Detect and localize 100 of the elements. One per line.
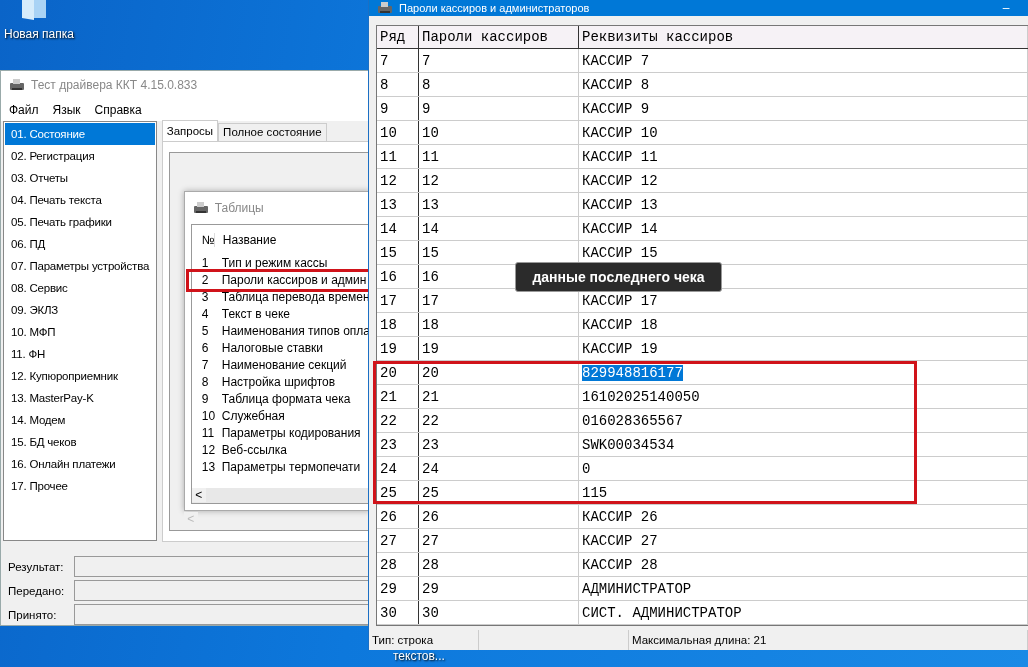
table-cell[interactable]: 27 (419, 529, 579, 552)
table-cell[interactable]: 29 (419, 577, 579, 600)
row-number: 2 (200, 273, 210, 288)
table-cell[interactable]: КАССИР 7 (582, 52, 650, 69)
table-name[interactable]: Параметры кодирования (221, 426, 361, 441)
table-cell[interactable]: 7 (419, 49, 579, 72)
table-cell[interactable]: 8 (419, 73, 579, 96)
status-text: Максимальная длина: 21 (629, 630, 1028, 650)
table-cell[interactable]: 23 (419, 433, 579, 456)
table-cell[interactable]: 829948816177 (582, 364, 683, 381)
column-header[interactable]: Пароли кассиров (419, 26, 579, 48)
table-cell[interactable]: КАССИР 15 (582, 244, 658, 261)
table-cell[interactable]: 19 (419, 337, 579, 360)
table-cell[interactable]: 28 (419, 553, 579, 576)
sidebar-item[interactable]: 11. ФН (5, 342, 155, 365)
sidebar-item[interactable]: 14. Модем (5, 408, 155, 431)
row-number: 1 (200, 256, 210, 271)
sidebar-item[interactable]: 17. Прочее (5, 474, 155, 497)
table-cell[interactable]: 22 (419, 409, 579, 432)
table-cell[interactable]: 11 (419, 145, 579, 168)
status-text: Тип: строка (369, 630, 479, 650)
row-number: 6 (200, 341, 210, 356)
table-cell[interactable]: 18 (419, 313, 579, 336)
sidebar-item[interactable]: 05. Печать графики (5, 210, 155, 233)
table-cell[interactable]: 0 (582, 460, 591, 477)
table-name[interactable]: Наименование секций (221, 358, 347, 373)
table-cell[interactable]: КАССИР 14 (582, 220, 658, 237)
sidebar-item[interactable]: 01. Состояние (5, 122, 155, 145)
menu-item[interactable]: Файл (9, 102, 39, 117)
table-cell[interactable]: КАССИР 17 (582, 292, 658, 309)
table-cell[interactable]: КАССИР 11 (582, 148, 658, 165)
row-number: 5 (200, 324, 210, 339)
table-cell[interactable]: 14 (419, 217, 579, 240)
table-cell[interactable]: СИСТ. АДМИНИСТРАТОР (582, 604, 742, 621)
table-cell[interactable]: 016028365567 (582, 412, 683, 429)
table-cell[interactable]: 26 (419, 505, 579, 528)
table-cell[interactable]: 10 (419, 121, 579, 144)
row-number: 13 (377, 193, 419, 216)
tab[interactable]: Полное состояние (218, 122, 327, 141)
sidebar-item[interactable]: 16. Онлайн платежи (5, 452, 155, 475)
minimize-button[interactable]: – (984, 1, 1028, 15)
table-cell[interactable]: 16102025140050 (582, 388, 700, 405)
desktop-icon-label[interactable]: текстов... (393, 649, 445, 663)
table-cell[interactable]: 115 (582, 484, 608, 501)
tab[interactable]: Запросы (161, 119, 219, 141)
sidebar-item[interactable]: 15. БД чеков (5, 430, 155, 453)
sidebar-item[interactable]: 13. MasterPay-K (5, 386, 155, 409)
table-cell[interactable]: 13 (419, 193, 579, 216)
table-name[interactable]: Служебная (221, 409, 285, 424)
sidebar-item[interactable]: 03. Отчеты (5, 166, 155, 189)
sidebar-item[interactable]: 09. ЭКЛЗ (5, 298, 155, 321)
table-name[interactable]: Веб-ссылка (221, 443, 287, 458)
row-number: 27 (377, 529, 419, 552)
table-name[interactable]: Текст в чеке (221, 307, 290, 322)
table-name[interactable]: Параметры термопечати (221, 460, 361, 475)
table-cell[interactable]: SWK00034534 (582, 436, 675, 453)
table-cell[interactable]: КАССИР 19 (582, 340, 658, 357)
table-name[interactable]: Тип и режим кассы (221, 256, 328, 271)
table-name[interactable]: Пароли кассиров и админ (221, 273, 367, 288)
table-cell[interactable]: КАССИР 9 (582, 100, 650, 117)
table-cell[interactable]: КАССИР 13 (582, 196, 658, 213)
table-cell[interactable]: КАССИР 26 (582, 508, 658, 525)
folder-icon[interactable] (20, 0, 48, 20)
menu-item[interactable]: Справка (94, 102, 142, 117)
table-cell[interactable]: КАССИР 27 (582, 532, 658, 549)
row-number: 14 (377, 217, 419, 240)
table-cell[interactable]: 12 (419, 169, 579, 192)
table-cell[interactable]: АДМИНИСТРАТОР (582, 580, 692, 597)
sidebar-item[interactable]: 12. Купюроприемник (5, 364, 155, 387)
menu-item[interactable]: Язык (52, 102, 81, 117)
sidebar-item[interactable]: 08. Сервис (5, 276, 155, 299)
row-number: 22 (377, 409, 419, 432)
dialog-title: Таблицы (214, 200, 264, 215)
row-number: 29 (377, 577, 419, 600)
table-cell[interactable]: 21 (419, 385, 579, 408)
row-number: 9 (377, 97, 419, 120)
table-cell[interactable]: 30 (419, 601, 579, 624)
table-name[interactable]: Налоговые ставки (221, 341, 324, 356)
table-cell[interactable]: 9 (419, 97, 579, 120)
scrollbar[interactable]: < (191, 487, 370, 503)
column-header[interactable]: Реквизиты кассиров (579, 26, 1028, 48)
table-name[interactable]: Таблица формата чека (221, 392, 351, 407)
table-cell[interactable]: 24 (419, 457, 579, 480)
folder-label[interactable]: Новая папка (4, 27, 74, 41)
row-number: 10 (200, 409, 217, 424)
table-name[interactable]: Настройка шрифтов (221, 375, 336, 390)
row-number: 19 (377, 337, 419, 360)
table-cell[interactable]: КАССИР 18 (582, 316, 658, 333)
sidebar-item[interactable]: 04. Печать текста (5, 188, 155, 211)
table-cell[interactable]: КАССИР 12 (582, 172, 658, 189)
column-header[interactable]: Ряд (377, 26, 419, 48)
row-number: 4 (200, 307, 210, 322)
sidebar-item[interactable]: 10. МФП (5, 320, 155, 343)
table-cell[interactable]: КАССИР 10 (582, 124, 658, 141)
sidebar-item[interactable]: 02. Регистрация (5, 144, 155, 167)
column-header[interactable]: Название (213, 232, 277, 247)
table-cell[interactable]: КАССИР 28 (582, 556, 658, 573)
sidebar-item[interactable]: 07. Параметры устройства (5, 254, 155, 277)
sidebar-item[interactable]: 06. ПД (5, 232, 155, 255)
table-cell[interactable]: КАССИР 8 (582, 76, 650, 93)
